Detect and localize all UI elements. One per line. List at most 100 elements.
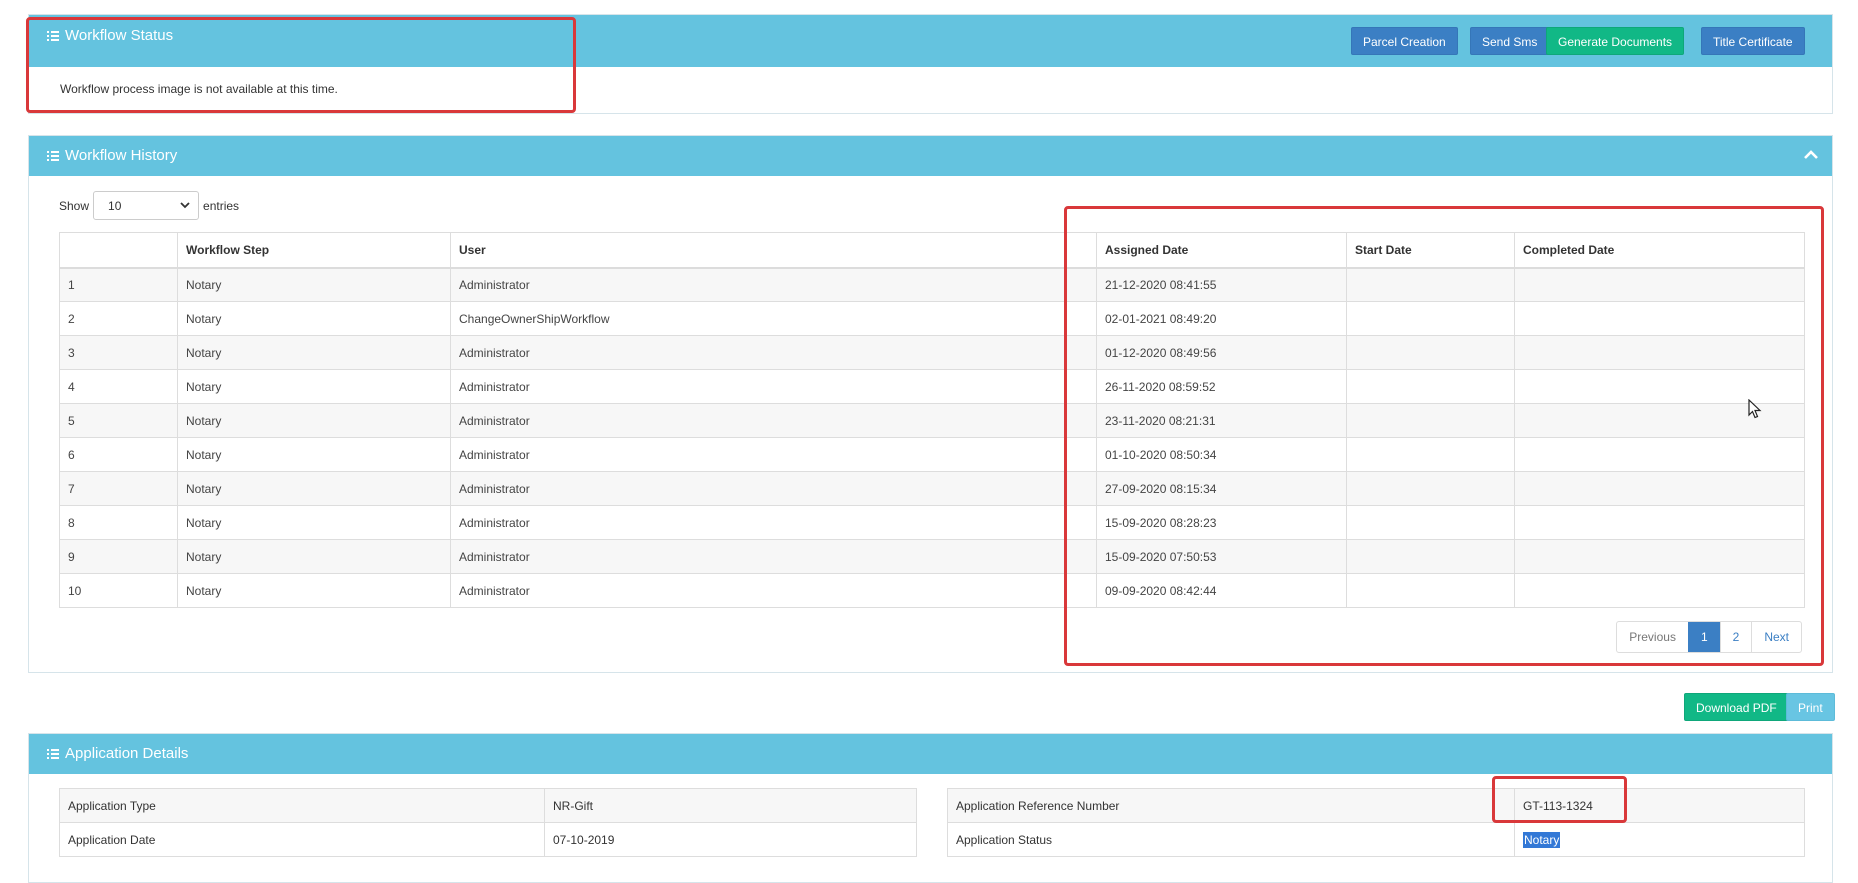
column-header-workflow-step[interactable]: Workflow Step xyxy=(177,232,451,269)
table-row: 6 Notary Administrator 01-10-2020 08:50:34 xyxy=(59,437,1805,472)
cell-assigned-date: 23-11-2020 08:21:31 xyxy=(1096,403,1347,438)
reference-number-value: GT-113-1324 xyxy=(1514,788,1805,823)
cell-index: 7 xyxy=(59,471,178,506)
cell-workflow-step: Notary xyxy=(177,335,451,370)
cell-user: Administrator xyxy=(450,471,1097,506)
detail-row: Application Date 07-10-2019 xyxy=(59,822,917,857)
cell-start-date xyxy=(1346,267,1515,302)
workflow-status-title: Workflow Status xyxy=(47,27,173,44)
workflow-history-title: Workflow History xyxy=(47,147,177,164)
workflow-status-message: Workflow process image is not available … xyxy=(60,82,338,96)
cell-index: 10 xyxy=(59,573,178,608)
pagination: Previous 1 2 Next xyxy=(1616,621,1802,653)
cell-user: Administrator xyxy=(450,335,1097,370)
download-pdf-button[interactable]: Download PDF xyxy=(1684,693,1789,721)
cell-completed-date xyxy=(1514,301,1805,336)
list-icon xyxy=(47,150,59,161)
cell-start-date xyxy=(1346,539,1515,574)
mouse-cursor-icon xyxy=(1748,399,1762,419)
table-row: 10 Notary Administrator 09-09-2020 08:42:44 xyxy=(59,573,1805,608)
table-row: 8 Notary Administrator 15-09-2020 08:28:23 xyxy=(59,505,1805,540)
cell-workflow-step: Notary xyxy=(177,301,451,336)
list-icon xyxy=(47,748,59,759)
cell-assigned-date: 15-09-2020 08:28:23 xyxy=(1096,505,1347,540)
cell-assigned-date: 09-09-2020 08:42:44 xyxy=(1096,573,1347,608)
application-details-heading: Application Details xyxy=(29,734,1832,774)
workflow-history-heading[interactable]: Workflow History xyxy=(29,136,1832,176)
application-details-panel: Application Details Application Type NR-… xyxy=(28,733,1833,883)
column-header-completed-date[interactable]: Completed Date xyxy=(1514,232,1805,269)
cell-user: Administrator xyxy=(450,369,1097,404)
cell-assigned-date: 15-09-2020 07:50:53 xyxy=(1096,539,1347,574)
cell-start-date xyxy=(1346,505,1515,540)
cell-assigned-date: 01-12-2020 08:49:56 xyxy=(1096,335,1347,370)
cell-start-date xyxy=(1346,335,1515,370)
page-size-select[interactable]: 10 xyxy=(93,191,200,220)
cell-completed-date xyxy=(1514,539,1805,574)
detail-row: Application Type NR-Gift xyxy=(59,788,917,823)
application-status-label: Application Status xyxy=(947,822,1515,857)
cell-completed-date xyxy=(1514,471,1805,506)
cell-index: 1 xyxy=(59,267,178,302)
cell-workflow-step: Notary xyxy=(177,403,451,438)
cell-completed-date xyxy=(1514,505,1805,540)
cell-start-date xyxy=(1346,437,1515,472)
cell-index: 4 xyxy=(59,369,178,404)
parcel-creation-button[interactable]: Parcel Creation xyxy=(1351,27,1458,55)
table-header-row: Workflow Step User Assigned Date Start D… xyxy=(59,232,1805,269)
table-row: 9 Notary Administrator 15-09-2020 07:50:53 xyxy=(59,539,1805,574)
workflow-history-panel: Workflow History Show 10 entries Workflo… xyxy=(28,135,1833,673)
title-certificate-button[interactable]: Title Certificate xyxy=(1701,27,1805,55)
cell-assigned-date: 01-10-2020 08:50:34 xyxy=(1096,437,1347,472)
pagination-page-2[interactable]: 2 xyxy=(1719,622,1752,652)
cell-index: 9 xyxy=(59,539,178,574)
application-date-value: 07-10-2019 xyxy=(544,822,917,857)
workflow-status-panel: Workflow Status Parcel Creation Send Sms… xyxy=(28,14,1833,114)
pagination-next[interactable]: Next xyxy=(1751,622,1801,652)
chevron-up-icon[interactable] xyxy=(1804,150,1818,160)
table-row: 2 Notary ChangeOwnerShipWorkflow 02-01-2021… xyxy=(59,301,1805,336)
cell-start-date xyxy=(1346,301,1515,336)
cell-workflow-step: Notary xyxy=(177,267,451,302)
column-header-user[interactable]: User xyxy=(450,232,1097,269)
cell-workflow-step: Notary xyxy=(177,539,451,574)
cell-workflow-step: Notary xyxy=(177,471,451,506)
workflow-status-heading: Workflow Status Parcel Creation Send Sms… xyxy=(29,15,1832,67)
column-header-start-date[interactable]: Start Date xyxy=(1346,232,1515,269)
cell-index: 8 xyxy=(59,505,178,540)
print-button[interactable]: Print xyxy=(1786,693,1835,721)
application-type-value: NR-Gift xyxy=(544,788,917,823)
cell-index: 6 xyxy=(59,437,178,472)
reference-number-label: Application Reference Number xyxy=(947,788,1515,823)
application-details-left-table: Application Type NR-Gift Application Dat… xyxy=(59,788,917,857)
cell-workflow-step: Notary xyxy=(177,573,451,608)
cell-start-date xyxy=(1346,403,1515,438)
cell-completed-date xyxy=(1514,335,1805,370)
pagination-previous[interactable]: Previous xyxy=(1617,622,1688,652)
cell-user: Administrator xyxy=(450,573,1097,608)
table-row: 3 Notary Administrator 01-12-2020 08:49:56 xyxy=(59,335,1805,370)
cell-start-date xyxy=(1346,369,1515,404)
column-header-assigned-date[interactable]: Assigned Date xyxy=(1096,232,1347,269)
cell-index: 3 xyxy=(59,335,178,370)
table-row: 7 Notary Administrator 27-09-2020 08:15:34 xyxy=(59,471,1805,506)
application-type-label: Application Type xyxy=(59,788,545,823)
generate-documents-button[interactable]: Generate Documents xyxy=(1546,27,1685,55)
cell-start-date xyxy=(1346,471,1515,506)
cell-completed-date xyxy=(1514,573,1805,608)
send-sms-button[interactable]: Send Sms xyxy=(1470,27,1550,55)
cell-completed-date xyxy=(1514,437,1805,472)
table-row: 1 Notary Administrator 21-12-2020 08:41:55 xyxy=(59,267,1805,302)
cell-assigned-date: 21-12-2020 08:41:55 xyxy=(1096,267,1347,302)
cell-user: ChangeOwnerShipWorkflow xyxy=(450,301,1097,336)
table-row: 4 Notary Administrator 26-11-2020 08:59:52 xyxy=(59,369,1805,404)
cell-completed-date xyxy=(1514,267,1805,302)
cell-start-date xyxy=(1346,573,1515,608)
show-entries-control: Show 10 entries xyxy=(59,191,239,220)
chevron-down-icon xyxy=(180,202,190,209)
column-header-index[interactable] xyxy=(59,232,178,269)
pagination-page-1[interactable]: 1 xyxy=(1687,622,1720,652)
list-icon xyxy=(47,30,59,41)
cell-user: Administrator xyxy=(450,403,1097,438)
cell-user: Administrator xyxy=(450,539,1097,574)
